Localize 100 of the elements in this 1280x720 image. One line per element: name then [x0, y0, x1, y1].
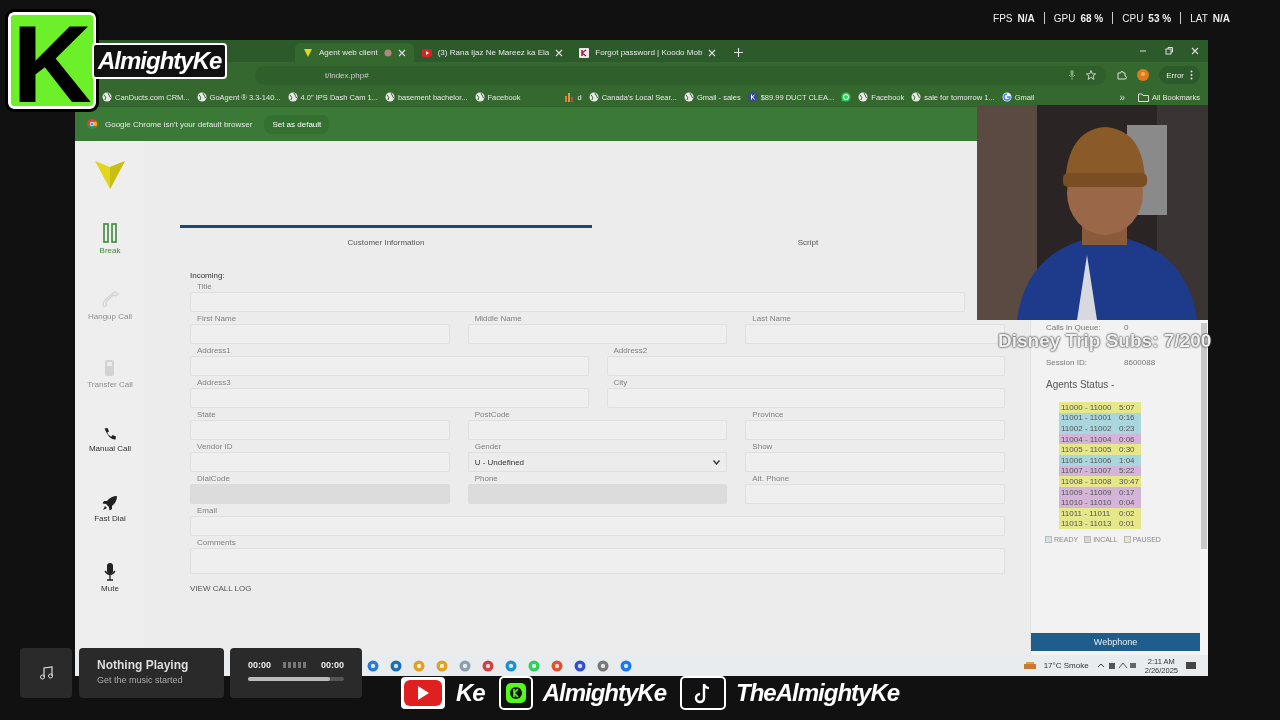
play-icon — [400, 676, 446, 710]
kick-icon — [498, 676, 533, 710]
agent-time: 0:23 — [1119, 424, 1135, 433]
tab-title: Agent web client — [319, 48, 378, 57]
info-value: 8600088 — [1124, 358, 1156, 367]
agent-time: 0:04 — [1119, 498, 1135, 508]
info-label: Session ID: — [1046, 358, 1088, 367]
agent-id: 11013 - 11013 — [1061, 519, 1113, 529]
total-time: 00:00 — [320, 660, 344, 670]
folder-icon — [1138, 92, 1150, 102]
close-icon[interactable] — [1190, 46, 1200, 56]
agent-id: 11006 - 11006 — [1061, 455, 1113, 465]
logo-text: AlmightyKe — [92, 42, 228, 79]
agent-time: 0:30 — [1119, 445, 1135, 455]
chrome-icon — [87, 119, 97, 129]
globe-icon — [858, 92, 869, 102]
globe-icon — [287, 92, 298, 102]
globe-icon — [102, 92, 112, 102]
app-icon[interactable] — [620, 659, 632, 672]
tab[interactable]: Customer Information — [180, 225, 592, 247]
agent-time: 5:22 — [1119, 466, 1135, 476]
agent-id: 11009 - 11009 — [1061, 487, 1113, 497]
agent-time: 0:17 — [1119, 487, 1135, 497]
address-bar[interactable]: t/index.php# — [255, 65, 1107, 85]
restore-icon[interactable] — [1164, 46, 1174, 56]
info-label: Calls in Queue: — [1046, 323, 1102, 332]
close-icon[interactable] — [555, 48, 564, 57]
info-value: 0 — [1124, 323, 1129, 332]
globe-icon — [911, 92, 922, 102]
set-default-button[interactable]: Set as default — [264, 114, 330, 134]
agent-id: 11000 - 11000 — [1061, 402, 1113, 412]
browser-tab[interactable]: Agent web client — [295, 43, 414, 62]
sidebar-button[interactable]: Fast Dial — [92, 493, 128, 545]
app-icon[interactable] — [482, 659, 494, 672]
profile-button[interactable]: Error — [1159, 66, 1200, 84]
microphone-icon — [104, 563, 116, 581]
browser-tab[interactable]: (3) Rana Ijaz Ne Mareez ka Ela — [413, 43, 572, 62]
agent-id: 11002 - 11002 — [1061, 424, 1113, 433]
app-icon[interactable] — [505, 659, 517, 672]
agent-time: 0:01 — [1119, 519, 1135, 529]
globe-icon — [196, 92, 207, 102]
sidebar-button[interactable]: Manual Call — [86, 425, 134, 477]
microphone-icon[interactable] — [1068, 70, 1077, 80]
social-handle: Ke — [456, 679, 485, 707]
agent-id: 11001 - 11001 — [1061, 413, 1113, 423]
app-icon[interactable] — [574, 659, 586, 672]
tab[interactable]: Script — [640, 225, 976, 247]
track-subtitle: Get the music started — [97, 675, 184, 685]
close-icon[interactable] — [708, 48, 717, 57]
chat-icon[interactable] — [841, 92, 852, 102]
close-icon[interactable] — [397, 48, 406, 57]
url-text: t/index.php# — [325, 70, 369, 80]
sidebar-button[interactable]: Break — [97, 221, 123, 273]
stat-label: LAT — [1190, 12, 1208, 24]
weather-text: 17°C Smoke — [1043, 661, 1089, 670]
stat-value: N/A — [1017, 12, 1035, 24]
agent-time: 5:07 — [1119, 402, 1135, 412]
record-icon — [383, 48, 392, 57]
view-call-log-link[interactable]: VIEW CALL LOG — [190, 584, 1005, 593]
star-icon[interactable] — [1086, 70, 1097, 80]
browser-tab[interactable]: Forgot password | Koodo Mob — [571, 43, 725, 62]
app-icon[interactable] — [597, 659, 609, 672]
tab-title: Forgot password | Koodo Mob — [595, 48, 703, 57]
pause-icon — [103, 223, 117, 243]
music-note-icon — [39, 666, 53, 680]
app-icon[interactable] — [551, 659, 563, 672]
section-title: Agents Status - — [1045, 379, 1116, 390]
logo-icon — [303, 47, 313, 58]
globe-icon — [384, 92, 395, 102]
globe-icon — [588, 92, 599, 102]
sidebar-button[interactable]: Mute — [99, 561, 121, 613]
music-note-icon — [680, 676, 727, 710]
avatar-icon[interactable] — [1137, 69, 1150, 81]
stat-value: 68 % — [1080, 12, 1104, 24]
stat-label: CPU — [1122, 12, 1144, 24]
app-icon[interactable] — [459, 659, 471, 672]
agent-id: 11010 - 11010 — [1061, 498, 1113, 508]
logo-mark: K — [8, 12, 96, 109]
badge-icon — [747, 92, 758, 102]
track-title: Nothing Playing — [97, 658, 190, 672]
agent-time: 1:04 — [1119, 455, 1135, 465]
new-tab-icon[interactable] — [734, 48, 744, 57]
elapsed-time: 00:00 — [248, 660, 272, 670]
incoming-label: Incoming: — [190, 271, 226, 280]
stat-value: 53 % — [1148, 12, 1172, 24]
tray-icons[interactable] — [1096, 661, 1137, 670]
more-icon — [1190, 70, 1193, 80]
info-message: Google Chrome isn't your default browser — [105, 119, 253, 129]
overflow-chevron[interactable]: » — [1119, 91, 1126, 103]
caret-icon — [713, 459, 721, 465]
tab-title: (3) Rana Ijaz Ne Mareez ka Ela — [437, 48, 550, 57]
app-icon[interactable] — [367, 659, 379, 672]
app-icon[interactable] — [390, 659, 402, 672]
webphone-button[interactable]: Webphone — [1031, 633, 1200, 651]
waveform-icon — [283, 662, 309, 668]
google-icon — [1001, 92, 1012, 102]
stat-label: FPS — [993, 12, 1013, 24]
agent-time: 30:47 — [1119, 476, 1140, 486]
social-handle: TheAlmightyKe — [736, 679, 900, 707]
stat-label: GPU — [1053, 12, 1076, 24]
